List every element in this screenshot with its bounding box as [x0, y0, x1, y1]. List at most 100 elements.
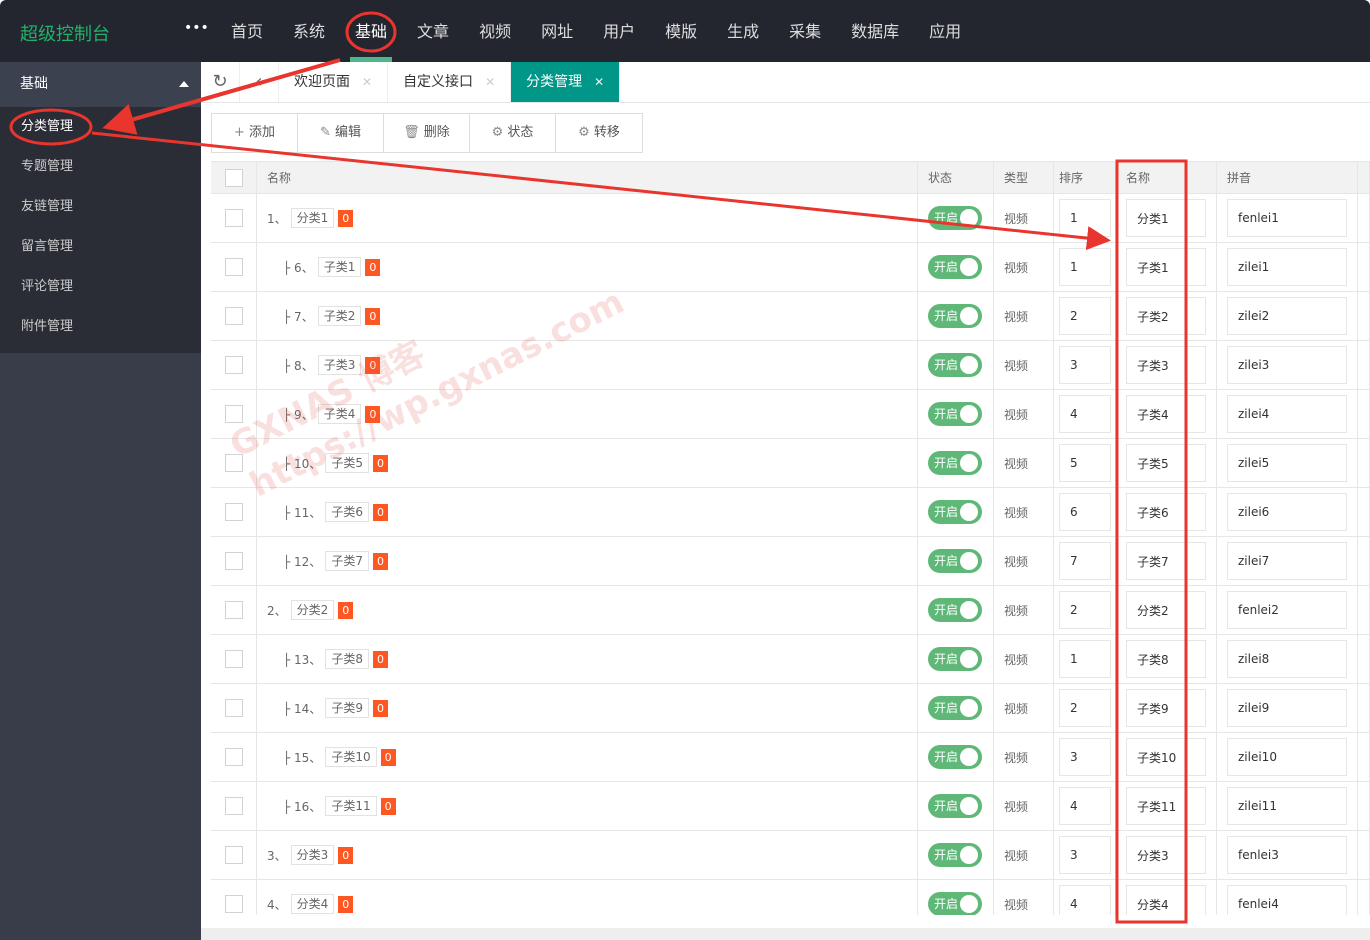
title-input[interactable]: 子类8 — [1126, 640, 1206, 678]
close-icon[interactable]: ✕ — [594, 75, 604, 89]
pinyin-input[interactable]: zilei9 — [1227, 689, 1347, 727]
row-checkbox[interactable] — [224, 356, 243, 374]
pinyin-input[interactable]: zilei1 — [1227, 248, 1347, 286]
title-input[interactable]: 分类1 — [1126, 199, 1206, 237]
sort-input[interactable]: 4 — [1059, 885, 1111, 915]
row-checkbox[interactable] — [224, 209, 243, 227]
toolbar-button[interactable]: ✎ 编辑 — [298, 114, 384, 152]
sort-input[interactable]: 2 — [1059, 689, 1111, 727]
sort-input[interactable]: 5 — [1059, 444, 1111, 482]
row-checkbox[interactable] — [224, 699, 243, 717]
nav-item[interactable]: 生成 — [712, 0, 774, 62]
row-checkbox[interactable] — [224, 797, 243, 815]
status-toggle[interactable]: 开启 — [928, 402, 982, 426]
status-toggle[interactable]: 开启 — [928, 255, 982, 279]
row-checkbox[interactable] — [224, 552, 243, 570]
row-checkbox[interactable] — [224, 405, 243, 423]
title-input[interactable]: 子类5 — [1126, 444, 1206, 482]
pinyin-input[interactable]: zilei2 — [1227, 297, 1347, 335]
sidebar-item[interactable]: 分类管理 — [0, 107, 201, 147]
sort-input[interactable]: 3 — [1059, 738, 1111, 776]
sort-input[interactable]: 4 — [1059, 787, 1111, 825]
sidebar-item[interactable]: 留言管理 — [0, 227, 201, 267]
pinyin-input[interactable]: zilei4 — [1227, 395, 1347, 433]
title-input[interactable]: 分类3 — [1126, 836, 1206, 874]
nav-item[interactable]: 视频 — [464, 0, 526, 62]
pinyin-input[interactable]: zilei6 — [1227, 493, 1347, 531]
row-checkbox[interactable] — [224, 846, 243, 864]
close-icon[interactable]: ✕ — [485, 75, 495, 89]
row-checkbox[interactable] — [224, 454, 243, 472]
app-logo[interactable]: 超级控制台 — [20, 20, 110, 46]
more-icon[interactable]: ••• — [184, 20, 209, 36]
tab[interactable]: 分类管理 ✕ — [511, 62, 621, 102]
chevron-left-icon[interactable]: ‹ — [240, 62, 279, 102]
row-checkbox[interactable] — [224, 503, 243, 521]
sidebar-group-header[interactable]: 基础 — [0, 62, 201, 107]
sidebar-item[interactable]: 友链管理 — [0, 187, 201, 227]
sort-input[interactable]: 6 — [1059, 493, 1111, 531]
nav-item[interactable]: 数据库 — [836, 0, 914, 62]
nav-item[interactable]: 采集 — [774, 0, 836, 62]
status-toggle[interactable]: 开启 — [928, 892, 982, 915]
row-checkbox[interactable] — [224, 748, 243, 766]
row-checkbox[interactable] — [224, 258, 243, 276]
nav-item[interactable]: 模版 — [650, 0, 712, 62]
status-toggle[interactable]: 开启 — [928, 304, 982, 328]
title-input[interactable]: 子类6 — [1126, 493, 1206, 531]
pinyin-input[interactable]: zilei7 — [1227, 542, 1347, 580]
title-input[interactable]: 子类3 — [1126, 346, 1206, 384]
pinyin-input[interactable]: zilei11 — [1227, 787, 1347, 825]
sort-input[interactable]: 2 — [1059, 297, 1111, 335]
title-input[interactable]: 分类4 — [1126, 885, 1206, 915]
pinyin-input[interactable]: fenlei2 — [1227, 591, 1347, 629]
pinyin-input[interactable]: fenlei3 — [1227, 836, 1347, 874]
status-toggle[interactable]: 开启 — [928, 353, 982, 377]
tab[interactable]: 欢迎页面 ✕ — [279, 62, 389, 102]
title-input[interactable]: 子类1 — [1126, 248, 1206, 286]
status-toggle[interactable]: 开启 — [928, 745, 982, 769]
status-toggle[interactable]: 开启 — [928, 696, 982, 720]
status-toggle[interactable]: 开启 — [928, 794, 982, 818]
sort-input[interactable]: 1 — [1059, 640, 1111, 678]
title-input[interactable]: 子类2 — [1126, 297, 1206, 335]
title-input[interactable]: 子类11 — [1126, 787, 1206, 825]
status-toggle[interactable]: 开启 — [928, 451, 982, 475]
toolbar-button[interactable]: ⚙ 转移 — [556, 114, 642, 152]
sidebar-item[interactable]: 专题管理 — [0, 147, 201, 187]
status-toggle[interactable]: 开启 — [928, 843, 982, 867]
sort-input[interactable]: 7 — [1059, 542, 1111, 580]
nav-item[interactable]: 基础 — [340, 0, 402, 62]
sort-input[interactable]: 4 — [1059, 395, 1111, 433]
nav-item[interactable]: 首页 — [216, 0, 278, 62]
title-input[interactable]: 子类7 — [1126, 542, 1206, 580]
row-checkbox[interactable] — [224, 307, 243, 325]
pinyin-input[interactable]: fenlei1 — [1227, 199, 1347, 237]
horizontal-scrollbar[interactable] — [201, 928, 1370, 940]
select-all-checkbox[interactable] — [224, 168, 243, 187]
sort-input[interactable]: 1 — [1059, 199, 1111, 237]
pinyin-input[interactable]: zilei10 — [1227, 738, 1347, 776]
sort-input[interactable]: 1 — [1059, 248, 1111, 286]
status-toggle[interactable]: 开启 — [928, 206, 982, 230]
title-input[interactable]: 子类4 — [1126, 395, 1206, 433]
pinyin-input[interactable]: zilei3 — [1227, 346, 1347, 384]
status-toggle[interactable]: 开启 — [928, 549, 982, 573]
status-toggle[interactable]: 开启 — [928, 500, 982, 524]
status-toggle[interactable]: 开启 — [928, 647, 982, 671]
status-toggle[interactable]: 开启 — [928, 598, 982, 622]
toolbar-button[interactable]: + 添加 — [212, 114, 298, 152]
nav-item[interactable]: 用户 — [588, 0, 650, 62]
pinyin-input[interactable]: zilei8 — [1227, 640, 1347, 678]
sort-input[interactable]: 3 — [1059, 836, 1111, 874]
title-input[interactable]: 子类10 — [1126, 738, 1206, 776]
nav-item[interactable]: 应用 — [914, 0, 976, 62]
pinyin-input[interactable]: fenlei4 — [1227, 885, 1347, 915]
tab[interactable]: 自定义接口 ✕ — [388, 62, 512, 102]
sort-input[interactable]: 3 — [1059, 346, 1111, 384]
row-checkbox[interactable] — [224, 650, 243, 668]
refresh-icon[interactable]: ↻ — [201, 62, 240, 102]
title-input[interactable]: 分类2 — [1126, 591, 1206, 629]
toolbar-button[interactable]: ⚙ 状态 — [470, 114, 556, 152]
nav-item[interactable]: 网址 — [526, 0, 588, 62]
